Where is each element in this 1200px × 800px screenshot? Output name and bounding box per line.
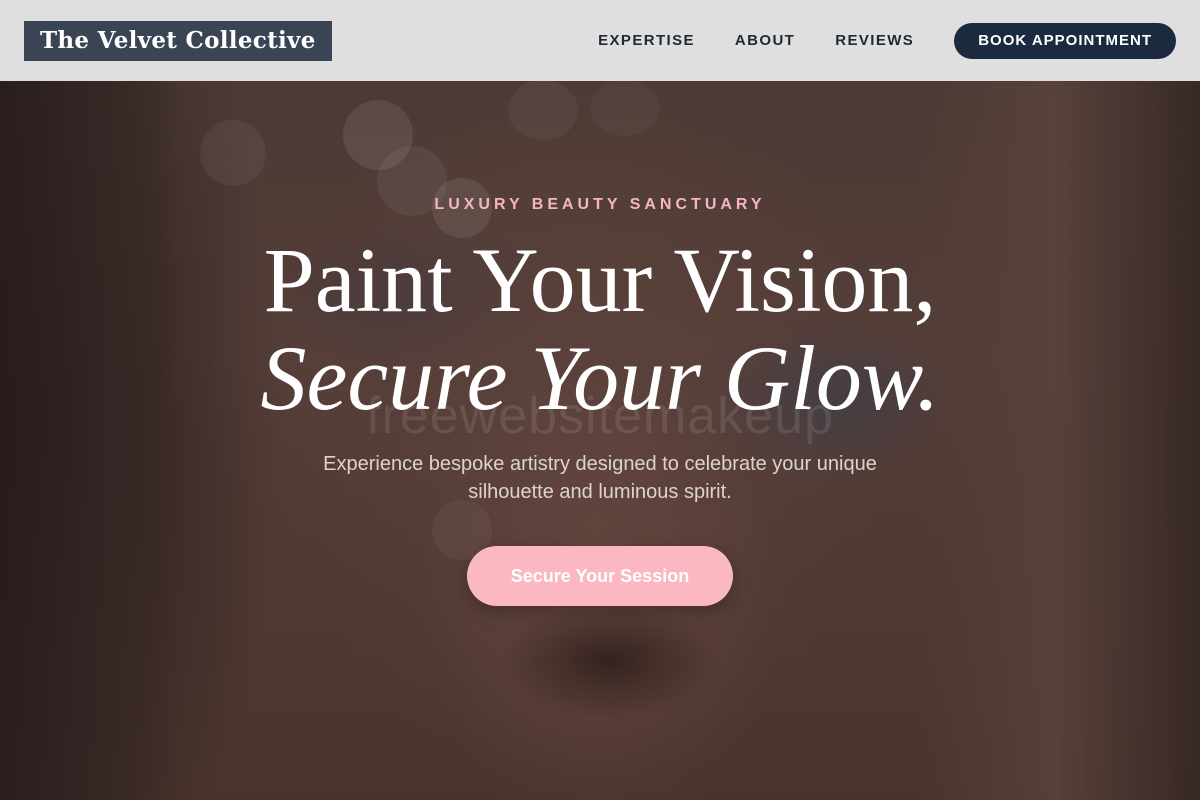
hero-eyebrow: LUXURY BEAUTY SANCTUARY xyxy=(434,196,766,213)
hero-subtext: Experience bespoke artistry designed to … xyxy=(323,453,877,503)
hero-section: LUXURY BEAUTY SANCTUARY freewebsitemakeu… xyxy=(0,0,1200,800)
hero-headline-line2: Secure Your Glow. xyxy=(260,327,940,429)
logo[interactable]: The Velvet Collective xyxy=(24,20,332,61)
nav-link-expertise[interactable]: EXPERTISE xyxy=(598,32,695,49)
nav-link-reviews[interactable]: REVIEWS xyxy=(835,32,914,49)
nav-link-about[interactable]: ABOUT xyxy=(735,32,795,49)
secure-session-button[interactable]: Secure Your Session xyxy=(467,546,733,606)
main-nav: EXPERTISE ABOUT REVIEWS BOOK APPOINTMENT xyxy=(598,22,1176,59)
book-appointment-button[interactable]: BOOK APPOINTMENT xyxy=(954,22,1176,59)
site-header: The Velvet Collective EXPERTISE ABOUT RE… xyxy=(0,0,1200,81)
hero-headline-line1: Paint Your Vision, xyxy=(263,229,937,331)
